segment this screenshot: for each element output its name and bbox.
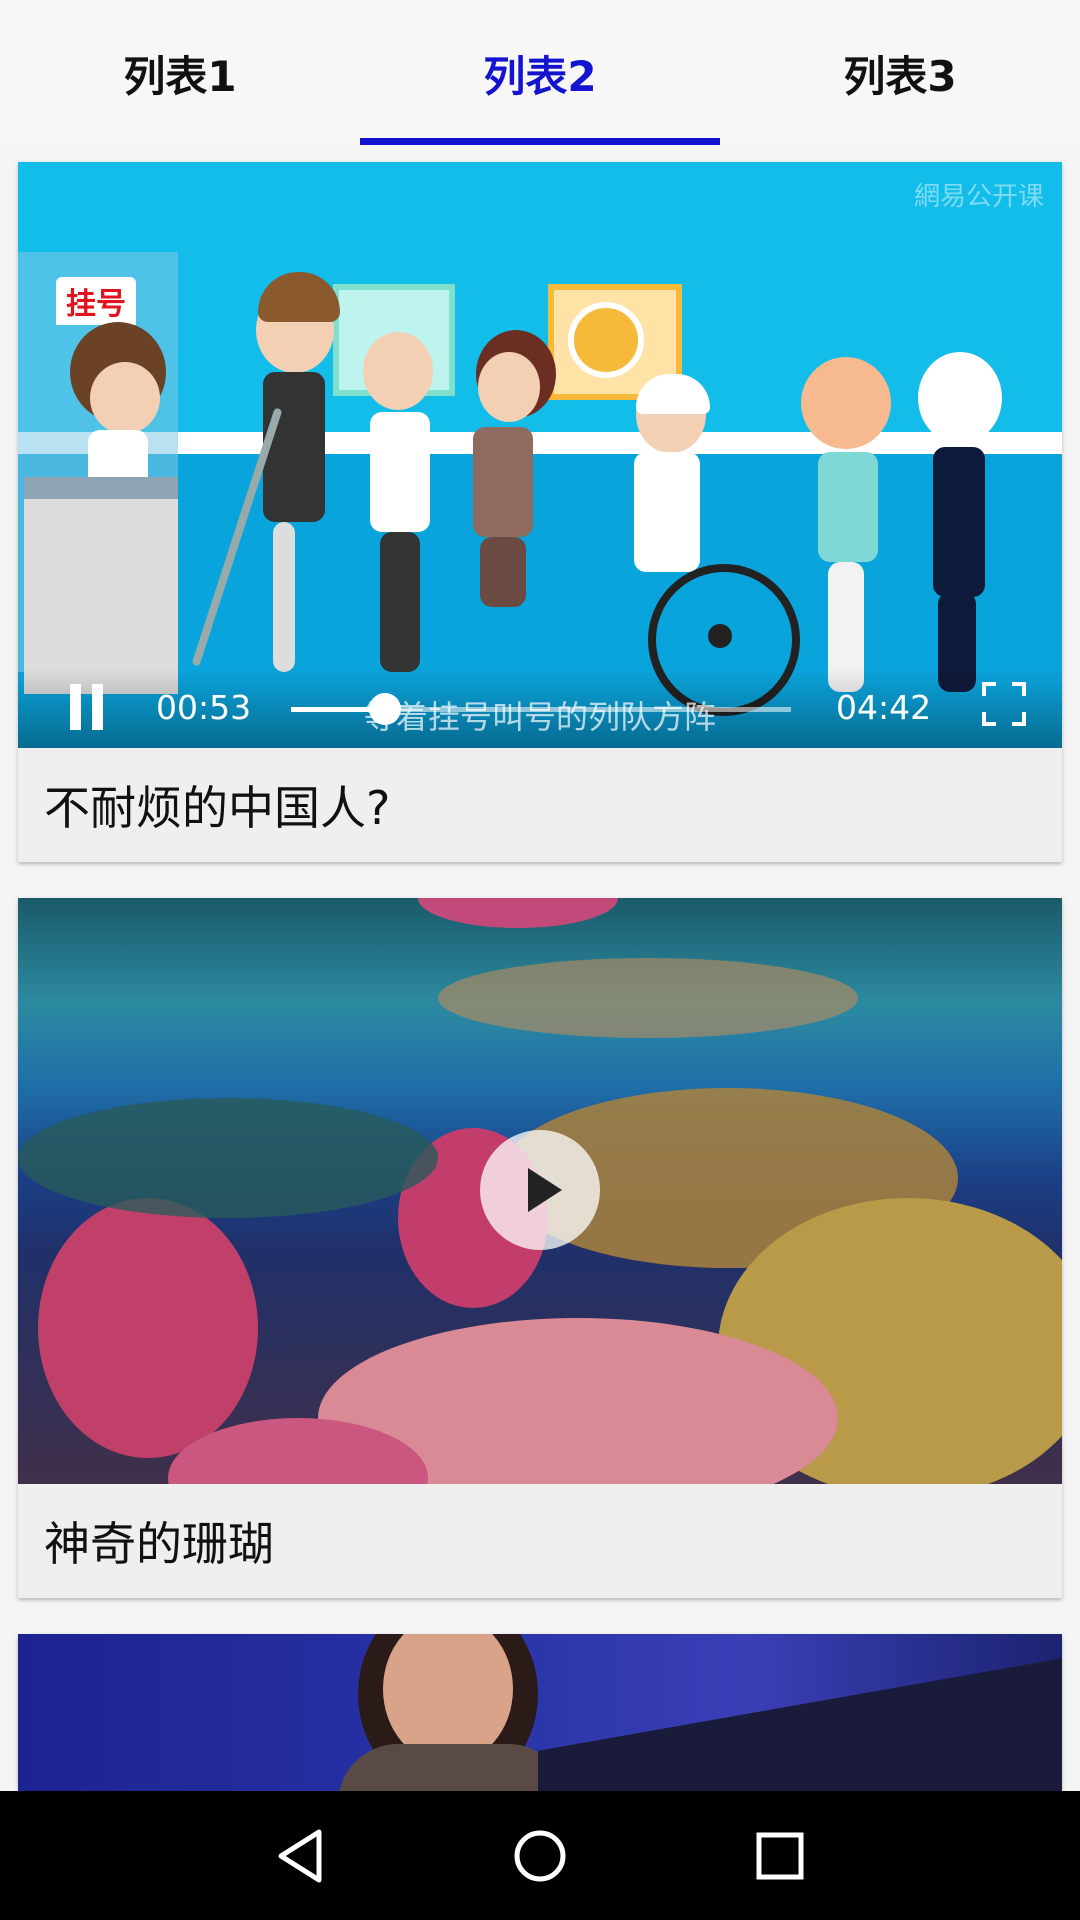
play-icon: [528, 1168, 562, 1212]
app-screen: 列表1 列表2 列表3 挂号 網易公开课 等着挂号叫号的列队方阵 00:53 0…: [0, 0, 1080, 1920]
pause-icon[interactable]: [70, 684, 106, 730]
current-time: 00:53: [156, 688, 252, 727]
watermark: 網易公开课: [913, 182, 1044, 212]
wheelchair-hub: [708, 624, 732, 648]
video-title: 神奇的珊瑚: [44, 1517, 274, 1571]
injured-man-pants: [380, 532, 420, 672]
home-icon: [514, 1830, 566, 1881]
tab-list-3[interactable]: 列表3: [720, 0, 1080, 146]
tab-label: 列表3: [843, 51, 957, 101]
bald-man-body: [818, 452, 878, 562]
video-thumbnail[interactable]: [18, 1634, 1062, 1791]
play-button[interactable]: [480, 1130, 600, 1250]
reception-desk: [24, 477, 178, 694]
woman-face: [478, 352, 540, 422]
coral: [438, 958, 858, 1038]
active-tab-indicator: [360, 138, 720, 145]
video-thumbnail[interactable]: [18, 898, 1062, 1484]
tab-label: 列表2: [483, 51, 597, 101]
coral: [38, 1198, 258, 1458]
system-nav-bar: [0, 1791, 1080, 1920]
fullscreen-icon[interactable]: [982, 682, 1026, 726]
injured-man-shirt: [370, 412, 430, 532]
woman-body: [473, 427, 533, 537]
registration-sign: 挂号: [56, 277, 136, 325]
total-time: 04:42: [836, 688, 932, 727]
no-smoking-icon: [568, 302, 644, 378]
tab-list-2[interactable]: 列表2: [360, 0, 720, 146]
crutch-man-body: [263, 372, 325, 522]
progress-thumb[interactable]: [369, 693, 401, 725]
home-button[interactable]: [440, 1791, 640, 1920]
tab-list-1[interactable]: 列表1: [0, 0, 360, 146]
injured-man-head: [363, 332, 433, 410]
video-list[interactable]: 挂号 網易公开课 等着挂号叫号的列队方阵 00:53 04:42 不耐烦的中国人…: [0, 146, 1080, 1791]
video-card[interactable]: 挂号 網易公开课 等着挂号叫号的列队方阵 00:53 04:42 不耐烦的中国人…: [18, 162, 1062, 862]
back-button[interactable]: [200, 1791, 400, 1920]
progress-bar[interactable]: [291, 693, 791, 725]
tab-bar: 列表1 列表2 列表3: [0, 0, 1080, 146]
video-card[interactable]: [18, 1634, 1062, 1791]
recents-icon: [756, 1832, 804, 1879]
bald-man-head: [801, 357, 891, 449]
crutch-man-leg: [273, 522, 295, 672]
tab-label: 列表1: [123, 51, 237, 101]
speaker-body: [338, 1744, 568, 1791]
mummy-suit: [933, 447, 985, 597]
registration-sign-text: 挂号: [66, 287, 126, 322]
video-card[interactable]: 神奇的珊瑚: [18, 898, 1062, 1598]
coral: [18, 1098, 438, 1218]
wheelchair-man-body: [634, 452, 700, 572]
back-icon: [278, 1829, 322, 1882]
video-player[interactable]: 挂号 網易公开课 等着挂号叫号的列队方阵 00:53 04:42: [18, 162, 1062, 748]
woman-skirt: [480, 537, 526, 607]
mummy-head: [918, 352, 1002, 444]
recents-button[interactable]: [680, 1791, 880, 1920]
nurse-face: [90, 362, 160, 434]
video-title: 不耐烦的中国人?: [44, 781, 391, 835]
